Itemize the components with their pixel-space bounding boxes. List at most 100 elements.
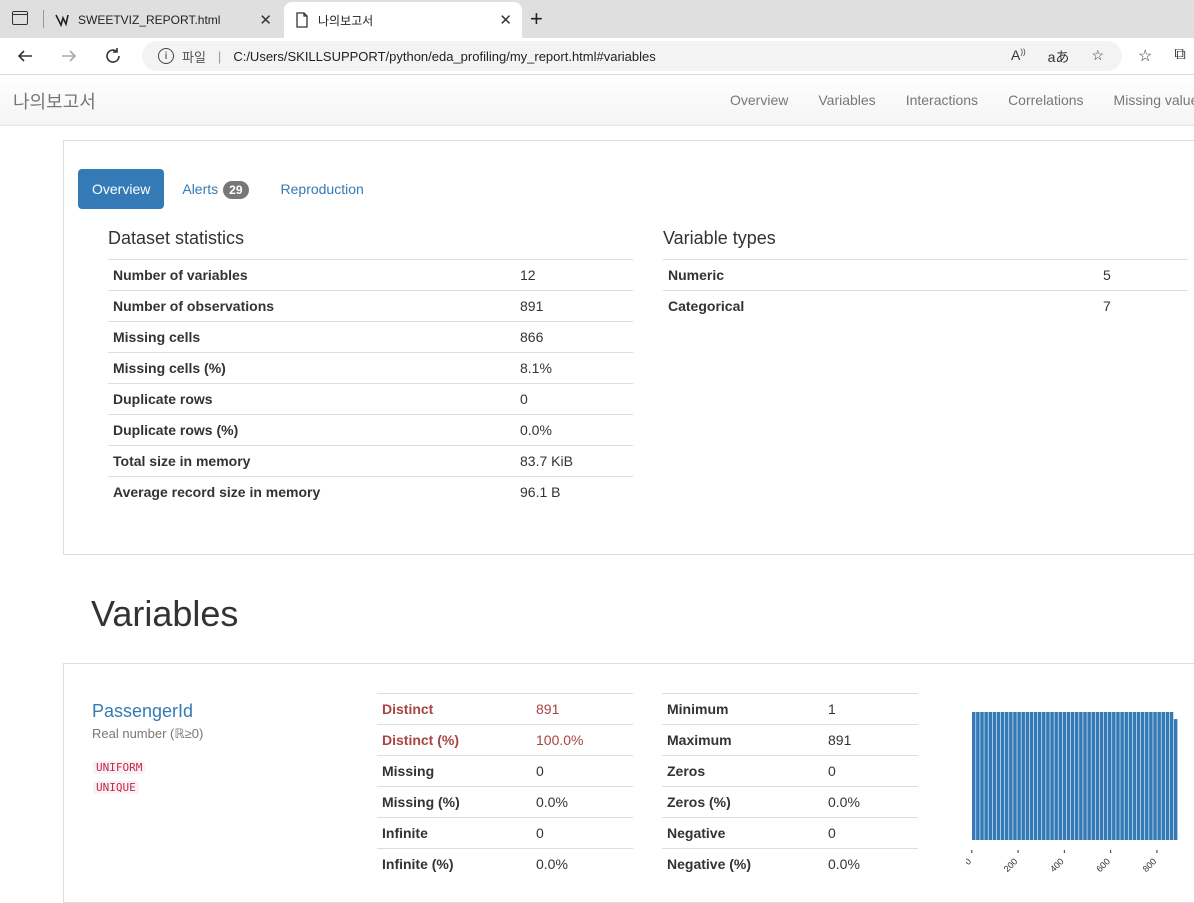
stat-label: Number of variables	[108, 259, 515, 291]
histogram-bar	[1136, 712, 1141, 840]
stat-value: 0	[823, 817, 918, 849]
histogram-bar	[1037, 712, 1042, 840]
histogram-bar	[1128, 712, 1133, 840]
histogram-bar	[1075, 712, 1079, 840]
stat-value: 8.1%	[515, 352, 633, 384]
translate-icon[interactable]: aあ	[1048, 47, 1070, 67]
histogram-bar	[1161, 712, 1166, 840]
document-favicon-icon	[294, 12, 310, 28]
stat-label: Missing cells	[108, 321, 515, 353]
histogram-bar	[976, 712, 980, 840]
stat-label: Average record size in memory	[108, 476, 515, 507]
histogram-bar	[1054, 712, 1058, 840]
table-row: Infinite (%) 0.0%	[377, 848, 633, 879]
nav-correlations[interactable]: Correlations	[1008, 92, 1083, 108]
table-row: Duplicate rows 0	[108, 383, 633, 415]
new-tab-icon[interactable]: +	[530, 6, 543, 32]
histogram-bar	[1079, 712, 1083, 840]
browser-tab-bar: SWEETVIZ_REPORT.html ✕ 나의보고서 ✕ +	[0, 0, 1194, 38]
histogram-bar	[1017, 712, 1021, 840]
table-row: Minimum 1	[662, 693, 918, 725]
tab-actions-icon[interactable]	[12, 11, 28, 25]
nav-interactions[interactable]: Interactions	[906, 92, 978, 108]
forward-arrow-icon[interactable]	[57, 44, 81, 68]
tab-reproduction[interactable]: Reproduction	[267, 169, 378, 209]
histogram-bar	[1066, 712, 1071, 840]
back-arrow-icon[interactable]	[13, 44, 37, 68]
stat-value: 891	[531, 693, 633, 725]
histogram-bar	[1087, 712, 1091, 840]
type-label: Numeric	[663, 259, 1098, 291]
tab-title: 나의보고서	[318, 13, 374, 28]
address-url: C:/Users/SKILLSUPPORT/python/eda_profili…	[233, 48, 656, 64]
address-input[interactable]: i 파일 | C:/Users/SKILLSUPPORT/python/eda_…	[142, 41, 1122, 71]
stat-label: Number of observations	[108, 290, 515, 322]
overview-subtabs: Overview Alerts 29 Reproduction	[78, 169, 378, 209]
close-tab-icon[interactable]: ✕	[499, 11, 512, 29]
read-aloud-icon[interactable]: A))	[1011, 47, 1026, 67]
stat-value: 1	[823, 693, 918, 725]
histogram-bar	[1157, 712, 1161, 840]
x-tick-label: 400	[1048, 856, 1066, 874]
histogram-bar	[1029, 712, 1034, 840]
stat-value: 0.0%	[531, 786, 633, 818]
stat-value: 83.7 KiB	[515, 445, 633, 477]
report-brand[interactable]: 나의보고서	[13, 88, 96, 114]
stat-label: Minimum	[662, 693, 823, 725]
stat-label: Distinct (%)	[377, 724, 531, 756]
histogram-bar	[1124, 712, 1128, 840]
table-row: Maximum 891	[662, 724, 918, 756]
histogram-bar	[1132, 712, 1137, 840]
table-row: Total size in memory 83.7 KiB	[108, 445, 633, 477]
table-row: Negative 0	[662, 817, 918, 849]
histogram-bar	[1145, 712, 1149, 840]
stat-label: Zeros	[662, 755, 823, 787]
browser-tab-sweetviz[interactable]: SWEETVIZ_REPORT.html ✕	[44, 2, 282, 38]
table-row: Distinct 891	[377, 693, 633, 725]
passengerid-histogram: 0 200 400 600 800	[966, 712, 1178, 874]
nav-variables[interactable]: Variables	[818, 92, 875, 108]
histogram-bar	[1149, 712, 1153, 840]
stat-label: Missing (%)	[377, 786, 531, 818]
stat-value: 0.0%	[515, 414, 633, 446]
refresh-icon[interactable]	[101, 44, 125, 68]
histogram-bar	[1120, 712, 1124, 840]
report-nav-links: Overview Variables Interactions Correlat…	[730, 92, 1194, 108]
stat-label: Missing	[377, 755, 531, 787]
nav-missing-values[interactable]: Missing values	[1114, 92, 1194, 108]
histogram-bar	[1165, 712, 1170, 840]
favorites-icon[interactable]: ☆	[1138, 46, 1152, 66]
favorite-add-icon[interactable]: ☆	[1091, 47, 1104, 67]
tab-overview[interactable]: Overview	[78, 169, 165, 209]
info-icon[interactable]: i	[158, 48, 174, 64]
variable-name-link[interactable]: PassengerId	[92, 701, 193, 722]
histogram-bar	[1140, 712, 1145, 840]
stat-value: 96.1 B	[515, 476, 633, 507]
stat-label: Negative	[662, 817, 823, 849]
histogram-bar	[1169, 712, 1174, 840]
close-tab-icon[interactable]: ✕	[259, 11, 272, 29]
nav-overview[interactable]: Overview	[730, 92, 788, 108]
variables-section-title: Variables	[91, 593, 239, 634]
table-row: Duplicate rows (%) 0.0%	[108, 414, 633, 446]
histogram-bar	[992, 712, 997, 840]
x-tick-label: 600	[1094, 856, 1112, 874]
table-row: Missing 0	[377, 755, 633, 787]
report-navbar: 나의보고서 Overview Variables Interactions Co…	[0, 75, 1194, 126]
variable-stats-left: Distinct 891 Distinct (%) 100.0% Missing 0 …	[377, 693, 633, 879]
histogram-bar	[1004, 712, 1009, 840]
browser-tab-report[interactable]: 나의보고서 ✕	[284, 2, 522, 38]
tab-alerts[interactable]: Alerts 29	[168, 169, 262, 209]
histogram-bar	[984, 712, 988, 840]
table-row: Numeric 5	[663, 259, 1188, 291]
histogram-bar	[1046, 712, 1050, 840]
histogram-bar	[996, 712, 1001, 840]
collections-icon[interactable]: ⧉	[1174, 46, 1185, 66]
stat-label: Zeros (%)	[662, 786, 823, 818]
x-tick-label: 800	[1141, 856, 1159, 874]
stat-value: 12	[515, 259, 633, 291]
stat-value: 891	[823, 724, 918, 756]
stat-label: Maximum	[662, 724, 823, 756]
address-scheme: 파일	[182, 49, 206, 65]
histogram-bar	[1025, 712, 1030, 840]
